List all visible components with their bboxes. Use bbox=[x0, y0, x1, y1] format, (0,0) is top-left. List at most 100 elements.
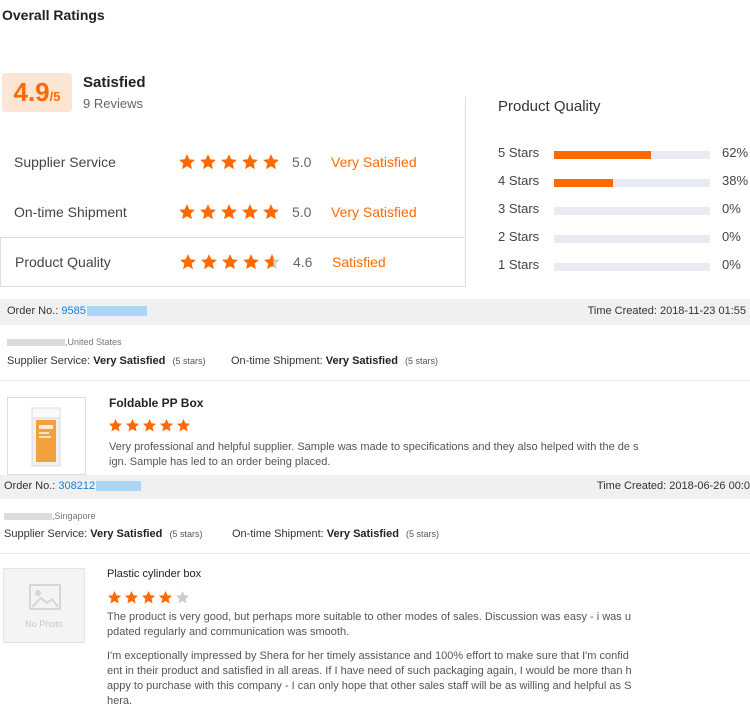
rating-score: 5.0 bbox=[292, 154, 312, 170]
product-star-rating bbox=[108, 418, 191, 433]
bar-track bbox=[554, 151, 710, 159]
star-icon bbox=[200, 154, 216, 170]
bar-track bbox=[554, 263, 710, 271]
review-text: I'm exceptionally impressed by Shera for… bbox=[107, 650, 632, 706]
supplier-service-rating: Supplier Service: Very Satisfied (5 star… bbox=[7, 355, 205, 367]
sh-label: On-time Shipment: bbox=[232, 528, 324, 540]
order-number-link[interactable]: 308212 bbox=[58, 480, 95, 492]
sh-stars: (5 stars) bbox=[405, 529, 439, 539]
buyer-country: ,Singapore bbox=[52, 511, 96, 521]
order-header: Order No.: 308212 Time Created: 2018-06-… bbox=[0, 475, 750, 499]
star-icon bbox=[141, 590, 156, 604]
bar-track bbox=[554, 235, 710, 243]
review-text: The product is very good, but perhaps mo… bbox=[107, 611, 631, 638]
buyer-location: ,Singapore bbox=[4, 511, 96, 521]
star-icon bbox=[176, 418, 191, 432]
redacted-mask bbox=[7, 339, 65, 347]
order-number-label: Order No.: bbox=[4, 480, 56, 492]
bar-label: 4 Stars bbox=[498, 173, 540, 188]
divider bbox=[465, 97, 466, 287]
star-icon bbox=[242, 154, 258, 170]
ss-label: Supplier Service: bbox=[4, 528, 88, 540]
bar-fill bbox=[554, 179, 614, 187]
redacted-mask bbox=[86, 306, 147, 317]
product-name-link[interactable]: Foldable PP Box bbox=[109, 396, 203, 410]
bar-label: 3 Stars bbox=[498, 201, 540, 216]
product-star-rating bbox=[107, 590, 190, 605]
star-icon bbox=[179, 204, 195, 220]
time-created-label: Time Created: bbox=[587, 305, 657, 317]
star-rating bbox=[178, 153, 280, 171]
order-number-label: Order No.: bbox=[7, 305, 59, 317]
rating-label: On-time Shipment bbox=[14, 204, 127, 220]
product-thumbnail[interactable] bbox=[7, 397, 86, 475]
overall-score-max: /5 bbox=[49, 89, 61, 104]
satisfaction-level: Satisfied bbox=[83, 74, 146, 91]
no-photo-icon bbox=[29, 584, 61, 610]
ss-stars: (5 stars) bbox=[172, 356, 206, 366]
product-thumbnail[interactable]: No Photo bbox=[3, 568, 85, 643]
redacted-mask bbox=[4, 513, 52, 521]
review-text: Very professional and helpful supplier. … bbox=[109, 441, 639, 468]
rating-label: Product Quality bbox=[15, 254, 111, 270]
foldable-box-image bbox=[31, 407, 61, 467]
divider bbox=[0, 553, 750, 554]
bar-track bbox=[554, 179, 710, 187]
shipment-rating: On-time Shipment: Very Satisfied (5 star… bbox=[231, 355, 438, 367]
star-icon bbox=[243, 254, 259, 270]
time-created-value: 2018-06-26 00:0 bbox=[669, 480, 750, 492]
star-icon bbox=[179, 154, 195, 170]
rating-score: 5.0 bbox=[292, 204, 312, 220]
star-icon bbox=[108, 418, 123, 432]
product-quality-title: Product Quality bbox=[498, 98, 601, 115]
time-created-label: Time Created: bbox=[596, 480, 667, 492]
star-icon bbox=[200, 204, 216, 220]
overall-score: 4.9 bbox=[13, 77, 50, 107]
sh-stars: (5 stars) bbox=[404, 356, 438, 366]
bar-track bbox=[554, 207, 710, 215]
review-count: 9 Reviews bbox=[83, 96, 143, 111]
sh-label: On-time Shipment: bbox=[231, 355, 323, 367]
star-icon bbox=[263, 204, 279, 220]
bar-percent: 0% bbox=[722, 229, 741, 244]
quality-bar-5-stars: 5 Stars 62% bbox=[498, 145, 750, 161]
order-number-link[interactable]: 9585 bbox=[61, 305, 85, 317]
star-icon bbox=[158, 590, 173, 604]
star-icon bbox=[142, 418, 157, 432]
quality-bar-3-stars: 3 Stars 0% bbox=[498, 201, 750, 217]
time-created: Time Created: 2018-06-26 00:0 bbox=[597, 480, 750, 492]
rating-label: Supplier Service bbox=[14, 154, 116, 170]
bar-percent: 38% bbox=[722, 173, 749, 188]
buyer-country: ,United States bbox=[65, 337, 122, 347]
divider bbox=[0, 380, 750, 381]
quality-bar-1-stars: 1 Stars 0% bbox=[498, 257, 750, 273]
star-rating bbox=[178, 203, 280, 221]
rating-text: Satisfied bbox=[332, 254, 386, 270]
buyer-location: ,United States bbox=[7, 337, 122, 347]
star-icon bbox=[263, 154, 279, 170]
ss-value: Very Satisfied bbox=[93, 355, 166, 367]
rating-row-product-quality[interactable]: Product Quality 4.6 Satisfied bbox=[0, 237, 466, 287]
rating-text: Very Satisfied bbox=[331, 204, 417, 220]
star-icon bbox=[201, 254, 217, 270]
star-icon bbox=[159, 418, 174, 432]
star-icon bbox=[175, 590, 190, 604]
bar-label: 5 Stars bbox=[498, 145, 540, 160]
supplier-service-rating: Supplier Service: Very Satisfied (5 star… bbox=[4, 528, 202, 540]
product-name-link[interactable]: Plastic cylinder box bbox=[107, 568, 201, 580]
bar-fill bbox=[554, 151, 651, 159]
ss-stars: (5 stars) bbox=[169, 529, 203, 539]
order-number: Order No.: 308212 bbox=[4, 480, 142, 492]
sh-value: Very Satisfied bbox=[326, 528, 399, 540]
quality-bar-4-stars: 4 Stars 38% bbox=[498, 173, 750, 189]
bar-percent: 0% bbox=[722, 257, 741, 272]
star-icon bbox=[264, 254, 280, 270]
overall-score-badge: 4.9 /5 bbox=[2, 73, 72, 112]
ss-label: Supplier Service: bbox=[7, 355, 91, 367]
no-photo-label: No Photo bbox=[25, 619, 63, 629]
ss-value: Very Satisfied bbox=[90, 528, 163, 540]
star-icon bbox=[124, 590, 139, 604]
star-icon bbox=[107, 590, 122, 604]
bar-label: 2 Stars bbox=[498, 229, 540, 244]
order-header: Order No.: 9585 Time Created: 2018-11-23… bbox=[0, 299, 750, 325]
